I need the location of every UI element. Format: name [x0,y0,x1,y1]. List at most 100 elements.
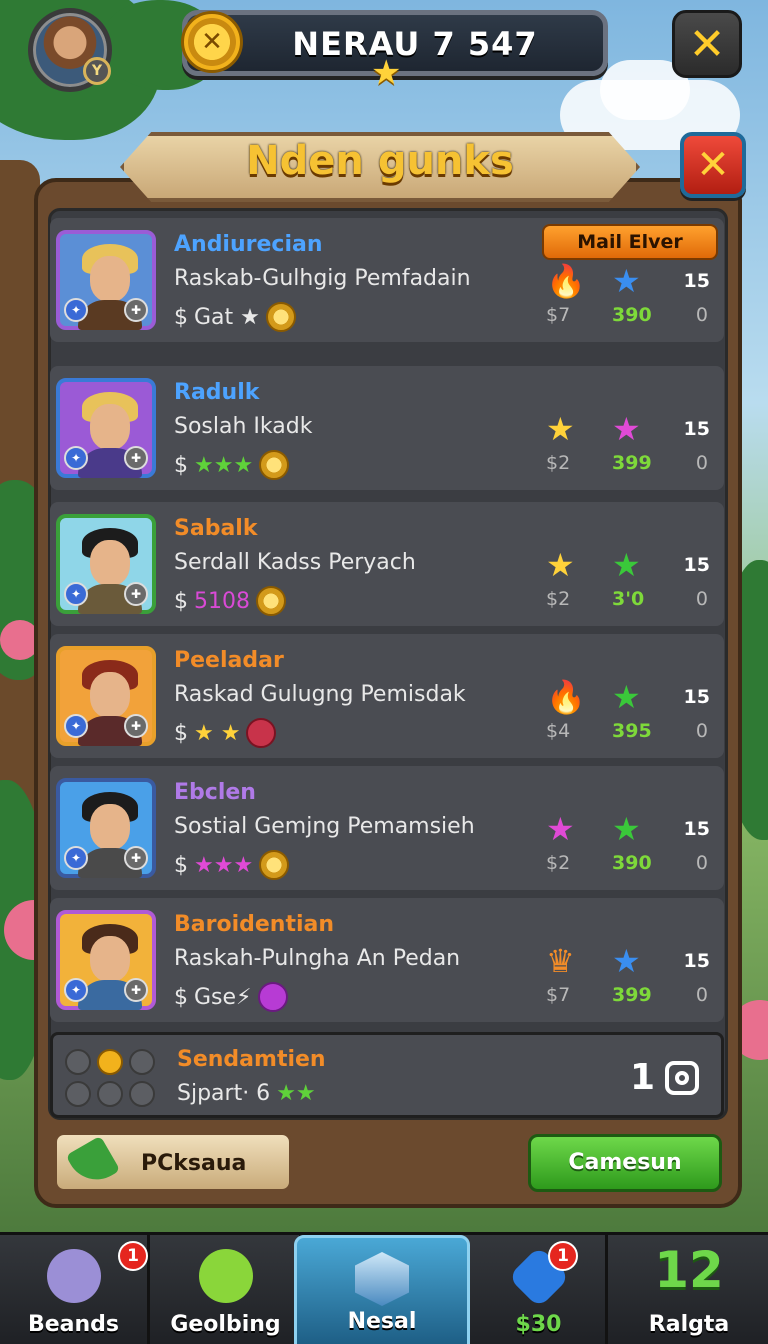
hero-name: Baroidentian [174,912,335,937]
stat-icon-1: ♛ [546,942,575,980]
slot-dots [65,1047,155,1107]
nav-item-ralgta[interactable]: 12 Ralgta [610,1235,768,1344]
hero-description: Soslah Ikadk [174,414,313,439]
stat-value-2: 390 [612,852,652,874]
hero-description: Serdall Kadss Peryach [174,550,416,575]
stat-icon-1: ★ [546,410,575,448]
star-icon: ★ [371,53,402,93]
skill-badge-icon: ✚ [124,714,148,738]
nav-label: Nesal [347,1309,417,1334]
hero-reward-line: $5108 [174,586,286,616]
reward-text: ★★★ [194,852,254,878]
stat-top-value: 15 [683,686,710,708]
nav-label: Ralgta [648,1312,730,1337]
currency-symbol: $ [174,984,188,1010]
hero-portrait[interactable]: ✦ ✚ [56,230,156,330]
leaderboard-row[interactable]: ✦ ✚ Sabalk Serdall Kadss Peryach $5108 ★ ★ 15 $2… [50,502,724,626]
right-action-button[interactable]: Camesun [528,1134,722,1192]
left-action-button[interactable]: PCksaua [54,1132,292,1192]
hero-reward-line: $ ★★★ [174,450,290,480]
nav-item-geolbing[interactable]: Geolbing [152,1235,302,1344]
stat-value-1: $7 [546,304,571,326]
hero-reward-line: $ Gse⚡ [174,982,288,1012]
currency-symbol: $ [174,720,188,746]
hero-stats: ★ ★ 15 $2 399 0 [546,410,710,490]
stat-icon-2: ★ [612,942,641,980]
currency-symbol: $ [174,852,188,878]
stat-zero-value: 0 [695,304,708,326]
hero-name: Andiurecian [174,232,323,257]
stat-value-2: 390 [612,304,652,326]
hero-name: Peeladar [174,648,284,673]
close-top-button[interactable]: ✕ [672,10,742,78]
class-badge-icon: ✦ [64,978,88,1002]
leaderboard-row[interactable]: ✦ ✚ Peeladar Raskad Gulugng Pemisdak $ ★ ★ 🔥 ★ 1… [50,634,724,758]
stat-zero-value: 0 [695,984,708,1006]
hero-portrait[interactable]: ✦ ✚ [56,378,156,478]
character-icon [46,1249,101,1303]
hero-portrait[interactable]: ✦ ✚ [56,778,156,878]
hero-portrait[interactable]: ✦ ✚ [56,910,156,1010]
rank-badge-icon: Y [83,57,111,85]
nav-label: $30 [515,1312,562,1337]
close-panel-button[interactable]: ✕ [680,132,746,198]
currency-symbol: $ [174,588,188,614]
nav-item-30[interactable]: 1 $30 [472,1235,608,1344]
nav-label: Beands [27,1312,120,1337]
hero-description: Raskah-Pulngha An Pedan [174,946,461,971]
summary-line: Sjpart· 6 ★★ [177,1081,316,1106]
nav-item-beands[interactable]: 1 Beands [0,1235,150,1344]
stat-icon-1: 🔥 [546,678,586,716]
panel-title: Nden gunks [246,138,514,184]
skill-badge-icon: ✚ [124,846,148,870]
stat-value-2: 399 [612,984,652,1006]
leaderboard-row[interactable]: ✦ ✚ Baroidentian Raskah-Pulngha An Pedan $ Gs… [50,898,724,1022]
left-action-label: PCksaua [141,1151,247,1176]
shield-icon [355,1252,409,1306]
skill-badge-icon: ✚ [124,446,148,470]
reward-text: Gat ★ [194,304,260,330]
hero-name: Radulk [174,380,260,405]
hero-name: Ebclen [174,780,256,805]
leaderboard-row[interactable]: ✦ ✚ Ebclen Sostial Gemjng Pemamsieh $ ★★★ ★ ★ 15… [50,766,724,890]
skill-badge-icon: ✚ [124,978,148,1002]
title-text: NERAU 7 547 [292,25,538,63]
hero-portrait[interactable]: ✦ ✚ [56,646,156,746]
stat-top-value: 15 [683,270,710,292]
stat-icon-2: ★ [612,810,641,848]
stat-icon-1: 🔥 [546,262,586,300]
class-badge-icon: ✦ [64,582,88,606]
stat-value-1: $2 [546,852,571,874]
leaderboard-row[interactable]: ✦ ✚ Andiurecian Raskab-Gulhgig Pemfadain $ Ga… [50,218,724,342]
mail-button[interactable]: Mail Elver [542,224,718,260]
hero-portrait[interactable]: ✦ ✚ [56,514,156,614]
bottom-nav: 1 Beands Geolbing Nesal 1 $30 12 Ralgta [0,1232,768,1344]
stat-icon-2: ★ [612,678,641,716]
hero-name: Sabalk [174,516,258,541]
summary-line-text: Sjpart· 6 [177,1081,271,1106]
hero-description: Raskab-Gulhgig Pemfadain [174,266,471,291]
reward-text: ★ ★ [194,720,241,746]
currency-symbol: $ [174,304,188,330]
player-avatar[interactable]: Y [28,8,112,92]
purple-gem-icon [257,982,288,1012]
skill-badge-icon: ✚ [124,298,148,322]
nav-item-nesal[interactable]: Nesal [294,1235,470,1344]
stat-zero-value: 0 [695,588,708,610]
summary-count: 1 [629,1057,655,1098]
leaderboard-row[interactable]: ✦ ✚ Radulk Soslah Ikadk $ ★★★ ★ ★ 15 $2 399 0 [50,366,724,490]
camera-icon[interactable] [665,1061,699,1095]
stat-zero-value: 0 [695,852,708,874]
class-badge-icon: ✦ [64,846,88,870]
summary-row[interactable]: Sendamtien Sjpart· 6 ★★ 1 [50,1032,724,1118]
stat-top-value: 15 [683,554,710,576]
hero-reward-line: $ ★★★ [174,850,290,880]
stat-top-value: 15 [683,950,710,972]
hammer-icon [65,1135,121,1191]
stat-value-1: $4 [546,720,571,742]
hero-stats: 🔥 ★ 15 $4 395 0 [546,678,710,758]
stat-zero-value: 0 [695,720,708,742]
hero-stats: 🔥 ★ 15 $7 390 0 [546,262,710,342]
pet-icon [198,1249,253,1303]
stat-icon-1: ★ [546,546,575,584]
